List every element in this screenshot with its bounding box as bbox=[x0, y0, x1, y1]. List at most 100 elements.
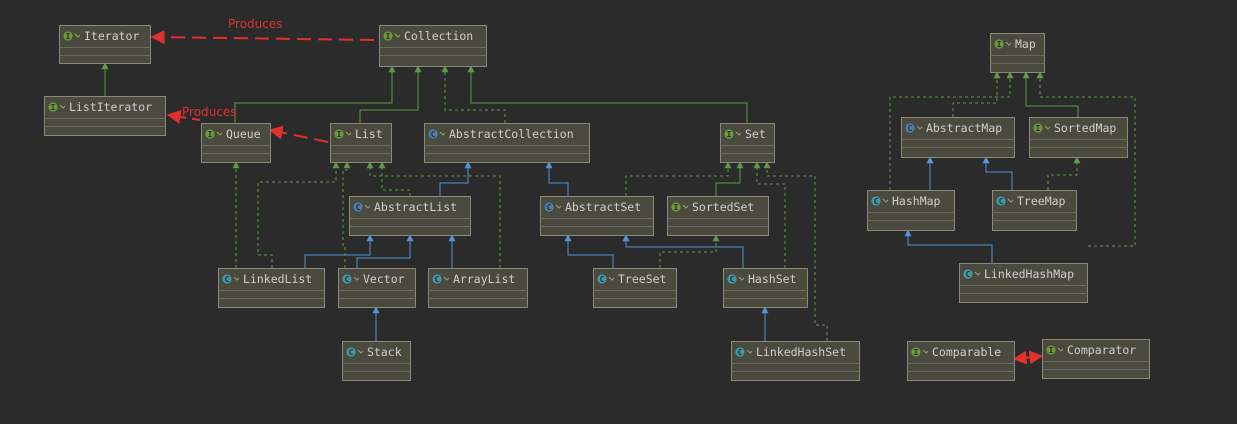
badge-letter: I bbox=[1036, 124, 1041, 133]
badge-letter: C bbox=[345, 275, 350, 284]
class-name: SortedSet bbox=[692, 200, 754, 214]
edge-sortedmap-map bbox=[1022, 71, 1079, 117]
badge-letter: I bbox=[386, 32, 391, 41]
edge-linkedhashmap-hashmap bbox=[904, 229, 993, 263]
badge-letter: C bbox=[349, 348, 354, 357]
badge-letter: I bbox=[1049, 346, 1054, 355]
badge-letter: C bbox=[600, 275, 605, 284]
class-name: HashSet bbox=[748, 272, 796, 286]
class-name: Comparator bbox=[1067, 343, 1136, 357]
class-node-comparable[interactable]: I Comparable bbox=[907, 341, 1015, 381]
class-node-array-list[interactable]: C ArrayList bbox=[428, 268, 528, 308]
class-node-list-iterator[interactable]: I ListIterator bbox=[44, 96, 166, 136]
class-name: LinkedHashSet bbox=[756, 345, 846, 359]
class-name: Collection bbox=[404, 29, 473, 43]
class-name: Queue bbox=[226, 127, 261, 141]
badge-letter: C bbox=[435, 275, 440, 284]
edge-hashset-abstractset bbox=[622, 234, 744, 268]
class-name: LinkedList bbox=[243, 272, 312, 286]
class-name: TreeMap bbox=[1017, 194, 1066, 208]
edge-queue-listiterator-produces bbox=[268, 125, 329, 143]
edge-abstractset-abstractcollection bbox=[545, 161, 569, 196]
edge-set-collection bbox=[467, 65, 748, 123]
badge-letter: C bbox=[966, 270, 971, 279]
edge-linkedlist-list bbox=[257, 161, 340, 268]
class-name: ListIterator bbox=[69, 100, 152, 114]
edge-treeset-sortedset bbox=[659, 234, 720, 268]
edge-treemap-sortedmap bbox=[1047, 156, 1081, 190]
class-name: AbstractSet bbox=[565, 200, 641, 214]
class-node-abstract-map[interactable]: C AbstractMap bbox=[901, 117, 1015, 158]
badge-letter: C bbox=[225, 275, 230, 284]
class-node-linked-hash-map[interactable]: C LinkedHashMap bbox=[959, 263, 1088, 303]
badge-letter: C bbox=[738, 348, 743, 357]
class-node-queue[interactable]: I Queue bbox=[201, 123, 271, 163]
class-node-tree-set[interactable]: C TreeSet bbox=[593, 268, 677, 308]
class-node-hash-map[interactable]: C HashMap bbox=[867, 190, 955, 231]
edge-list-collection bbox=[359, 65, 422, 123]
badge-letter: I bbox=[674, 203, 679, 212]
class-name: LinkedHashMap bbox=[984, 267, 1074, 281]
class-nodes: I IteratorI ListIteratorI CollectionI Queue I… bbox=[44, 25, 1150, 381]
badge-letter: I bbox=[51, 103, 56, 112]
edge-vector-abstractlist bbox=[356, 234, 414, 268]
class-name: List bbox=[355, 127, 383, 141]
edge-comparable-comparator bbox=[1012, 350, 1044, 365]
class-node-comparator[interactable]: I Comparator bbox=[1042, 339, 1150, 379]
class-node-iterator[interactable]: I Iterator bbox=[59, 25, 151, 64]
class-node-hash-set[interactable]: C HashSet bbox=[723, 268, 808, 308]
class-name: ArrayList bbox=[453, 272, 515, 286]
badge-letter: I bbox=[208, 130, 213, 139]
edge-sortedset-set bbox=[715, 161, 744, 196]
edge-linkedhashset-set bbox=[763, 161, 828, 341]
edge-vector-list bbox=[342, 161, 351, 268]
edge-treeset-abstractset bbox=[564, 234, 614, 268]
class-name: Comparable bbox=[932, 345, 1001, 359]
class-node-map[interactable]: I Map bbox=[990, 33, 1045, 73]
class-name: Iterator bbox=[84, 29, 139, 43]
class-node-sorted-map[interactable]: I SortedMap bbox=[1029, 117, 1128, 158]
badge-letter: C bbox=[730, 275, 735, 284]
edge-queue-collection bbox=[234, 65, 396, 123]
edge-linkedlist-abstractlist bbox=[304, 234, 374, 268]
class-name: AbstractCollection bbox=[449, 127, 574, 141]
class-node-stack[interactable]: C Stack bbox=[342, 341, 411, 381]
class-name: TreeSet bbox=[618, 272, 666, 286]
class-node-linked-list[interactable]: C LinkedList bbox=[218, 268, 325, 308]
class-node-linked-hash-set[interactable]: C LinkedHashSet bbox=[731, 341, 860, 381]
badge-letter: I bbox=[337, 130, 342, 139]
edge-abstractcollection-collection bbox=[441, 65, 506, 123]
class-node-list[interactable]: I List bbox=[330, 123, 392, 163]
edge-treemap-abstractmap bbox=[982, 156, 1013, 190]
relation-label-produces-iterator: Produces bbox=[228, 17, 283, 31]
class-name: Stack bbox=[367, 345, 402, 359]
edge-abstractmap-map bbox=[952, 71, 1001, 117]
badge-letter: I bbox=[997, 40, 1002, 49]
badge-letter: I bbox=[914, 348, 919, 357]
class-node-abstract-list[interactable]: C AbstractList bbox=[349, 196, 471, 236]
class-node-set[interactable]: I Set bbox=[720, 123, 775, 163]
class-node-abstract-set[interactable]: C AbstractSet bbox=[540, 196, 654, 236]
class-name: Set bbox=[745, 127, 766, 141]
badge-letter: C bbox=[874, 197, 879, 206]
class-name: SortedMap bbox=[1054, 121, 1116, 135]
class-node-tree-map[interactable]: C TreeMap bbox=[992, 190, 1077, 231]
class-node-sorted-set[interactable]: I SortedSet bbox=[667, 196, 769, 236]
class-node-abstract-collection[interactable]: C AbstractCollection bbox=[424, 123, 590, 163]
class-name: AbstractMap bbox=[926, 121, 1002, 135]
badge-letter: C bbox=[908, 124, 913, 133]
badge-letter: C bbox=[547, 203, 552, 212]
badge-letter: C bbox=[356, 203, 361, 212]
class-name: Vector bbox=[363, 272, 405, 286]
class-diagram: Produces Produces I Iterator I ListIterator… bbox=[44, 17, 1150, 381]
class-node-collection[interactable]: I Collection bbox=[379, 25, 487, 67]
badge-letter: C bbox=[999, 197, 1004, 206]
class-name: HashMap bbox=[892, 194, 941, 208]
badge-letter: C bbox=[431, 130, 436, 139]
class-node-vector[interactable]: C Vector bbox=[338, 268, 416, 308]
badge-letter: I bbox=[66, 32, 71, 41]
edge-collection-iterator-produces bbox=[150, 30, 375, 45]
relation-label-produces-listiterator: Produces bbox=[182, 105, 237, 119]
class-name: Map bbox=[1015, 37, 1036, 51]
class-name: AbstractList bbox=[374, 200, 457, 214]
